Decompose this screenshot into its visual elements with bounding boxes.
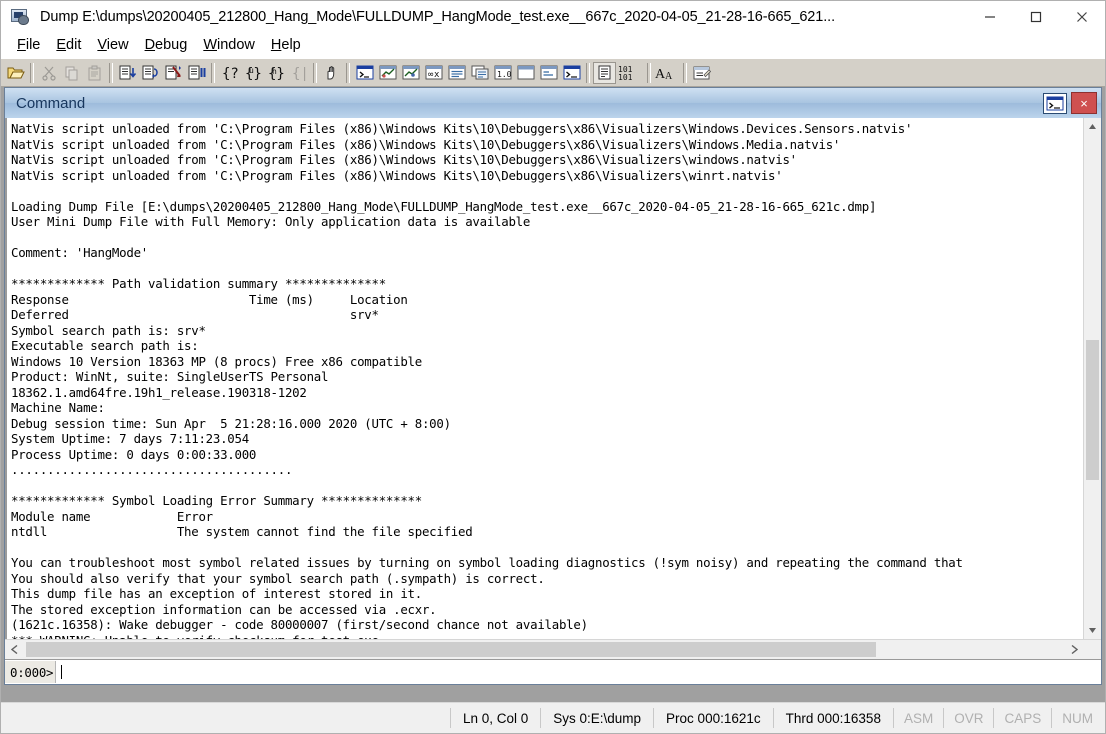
go-handled-icon[interactable]: {} h bbox=[264, 62, 287, 84]
scratch-pad-icon[interactable] bbox=[514, 62, 537, 84]
command-window-buttons: × bbox=[1043, 92, 1101, 114]
prompt-label: 0:000> bbox=[5, 661, 57, 683]
command-window: Command × NatVis script unloaded from 'C… bbox=[4, 87, 1102, 685]
menu-window[interactable]: Window bbox=[196, 36, 264, 55]
close-icon[interactable] bbox=[1059, 1, 1105, 32]
window-title: Dump E:\dumps\20200405_212800_Hang_Mode\… bbox=[40, 9, 836, 25]
font-icon[interactable]: AA bbox=[654, 62, 680, 84]
options-icon[interactable] bbox=[690, 62, 713, 84]
command-output-pane[interactable]: NatVis script unloaded from 'C:\Program … bbox=[5, 118, 1083, 639]
menu-debug[interactable]: Debug bbox=[138, 36, 197, 55]
command-prompt-row: 0:000> bbox=[5, 659, 1101, 684]
text-caret bbox=[61, 665, 63, 679]
scroll-right-icon[interactable] bbox=[1065, 640, 1084, 659]
restart-icon: {|} bbox=[287, 62, 310, 84]
toolbar-separator bbox=[109, 62, 113, 83]
horizontal-scroll-thumb[interactable] bbox=[26, 642, 876, 657]
window-controls bbox=[967, 1, 1105, 33]
stop-debugging-icon[interactable] bbox=[320, 62, 343, 84]
debugger-icon bbox=[10, 6, 32, 28]
toolbar-separator bbox=[647, 62, 651, 83]
status-caps: CAPS bbox=[994, 708, 1053, 728]
vertical-scroll-thumb[interactable] bbox=[1086, 339, 1099, 480]
menu-help-label: elp bbox=[281, 36, 301, 53]
locals-window-icon[interactable] bbox=[399, 62, 422, 84]
command-vertical-scrollbar[interactable] bbox=[1083, 118, 1101, 639]
numeric-base-icon[interactable]: 101 101 bbox=[616, 62, 644, 84]
windbg-window: Dump E:\dumps\20200405_212800_Hang_Mode\… bbox=[0, 0, 1106, 734]
menu-debug-label: ebug bbox=[155, 36, 188, 53]
go-icon[interactable]: {?} bbox=[218, 62, 241, 84]
watch-window-icon[interactable] bbox=[376, 62, 399, 84]
paste-icon bbox=[83, 62, 106, 84]
go-unhandled-icon[interactable]: {} u bbox=[241, 62, 264, 84]
menu-edit-label: dit bbox=[66, 36, 82, 53]
command-input[interactable] bbox=[56, 661, 1101, 683]
status-num: NUM bbox=[1062, 710, 1093, 726]
command-window-body: NatVis script unloaded from 'C:\Program … bbox=[5, 118, 1101, 639]
menu-view-label: iew bbox=[106, 36, 129, 53]
status-asm: ASM bbox=[894, 708, 945, 728]
processes-icon[interactable] bbox=[537, 62, 560, 84]
svg-text:{|}: {|} bbox=[292, 66, 308, 81]
scroll-up-icon[interactable] bbox=[1084, 118, 1101, 135]
svg-text:A: A bbox=[665, 71, 673, 81]
status-system: Sys 0:E:\dump bbox=[541, 708, 655, 728]
menu-file-label: ile bbox=[25, 36, 41, 53]
command-window-icon[interactable] bbox=[353, 62, 376, 84]
toolbar-separator bbox=[30, 62, 34, 83]
step-into-icon[interactable] bbox=[116, 62, 139, 84]
command-close-icon[interactable]: × bbox=[1071, 92, 1097, 114]
open-dump-icon[interactable] bbox=[4, 62, 27, 84]
command-restore-icon[interactable] bbox=[1043, 92, 1067, 114]
command-horizontal-scrollbar[interactable] bbox=[5, 639, 1101, 659]
toolbar: {?} {}u {}h {|} ∞x bbox=[1, 58, 1105, 87]
menu-help[interactable]: Help bbox=[264, 36, 310, 55]
minimize-icon[interactable] bbox=[967, 1, 1013, 32]
step-over-icon[interactable] bbox=[139, 62, 162, 84]
toolbar-separator bbox=[683, 62, 687, 83]
cut-icon bbox=[37, 62, 60, 84]
toolbar-separator bbox=[346, 62, 350, 83]
menu-edit[interactable]: Edit bbox=[49, 36, 90, 55]
run-to-cursor-icon[interactable] bbox=[162, 62, 185, 84]
scroll-down-icon[interactable] bbox=[1084, 622, 1101, 639]
svg-text:x: x bbox=[434, 70, 440, 80]
menu-file[interactable]: File bbox=[10, 36, 49, 55]
svg-text:1.0: 1.0 bbox=[497, 70, 512, 79]
svg-text:h: h bbox=[272, 67, 277, 76]
call-stack-icon[interactable] bbox=[468, 62, 491, 84]
command-window-title: Command bbox=[16, 94, 86, 112]
copy-icon bbox=[60, 62, 83, 84]
toolbar-separator bbox=[586, 62, 590, 83]
svg-text:u: u bbox=[249, 66, 254, 75]
svg-text:101: 101 bbox=[618, 73, 633, 81]
mdi-client-area: Command × NatVis script unloaded from 'C… bbox=[1, 87, 1105, 702]
scrollbar-corner bbox=[1084, 640, 1101, 659]
menu-bar: File Edit View Debug Window Help bbox=[1, 33, 1105, 58]
registers-window-icon[interactable]: ∞ x bbox=[422, 62, 445, 84]
status-line-col: Ln 0, Col 0 bbox=[449, 708, 542, 728]
title-bar: Dump E:\dumps\20200405_212800_Hang_Mode\… bbox=[1, 1, 1105, 33]
horizontal-scroll-track[interactable] bbox=[24, 640, 1065, 659]
svg-text:{?}: {?} bbox=[222, 66, 239, 81]
status-bar: Ln 0, Col 0 Sys 0:E:\dump Proc 000:1621c… bbox=[1, 702, 1105, 733]
maximize-icon[interactable] bbox=[1013, 1, 1059, 32]
toolbar-separator bbox=[211, 62, 215, 83]
disassembly-icon[interactable]: 1.0 bbox=[491, 62, 514, 84]
menu-view[interactable]: View bbox=[90, 36, 137, 55]
scroll-left-icon[interactable] bbox=[5, 640, 24, 659]
command-browser-icon[interactable] bbox=[560, 62, 583, 84]
break-icon[interactable] bbox=[185, 62, 208, 84]
source-mode-icon[interactable] bbox=[593, 61, 616, 84]
status-process: Proc 000:1621c bbox=[654, 708, 774, 728]
toolbar-separator bbox=[313, 62, 317, 83]
menu-window-label: indow bbox=[217, 36, 255, 53]
command-output-text: NatVis script unloaded from 'C:\Program … bbox=[11, 121, 963, 639]
status-ovr: OVR bbox=[944, 708, 995, 728]
vertical-scroll-track[interactable] bbox=[1084, 135, 1101, 622]
command-window-title-bar[interactable]: Command × bbox=[5, 88, 1101, 118]
status-thread: Thrd 000:16358 bbox=[774, 708, 894, 728]
memory-window-icon[interactable] bbox=[445, 62, 468, 84]
